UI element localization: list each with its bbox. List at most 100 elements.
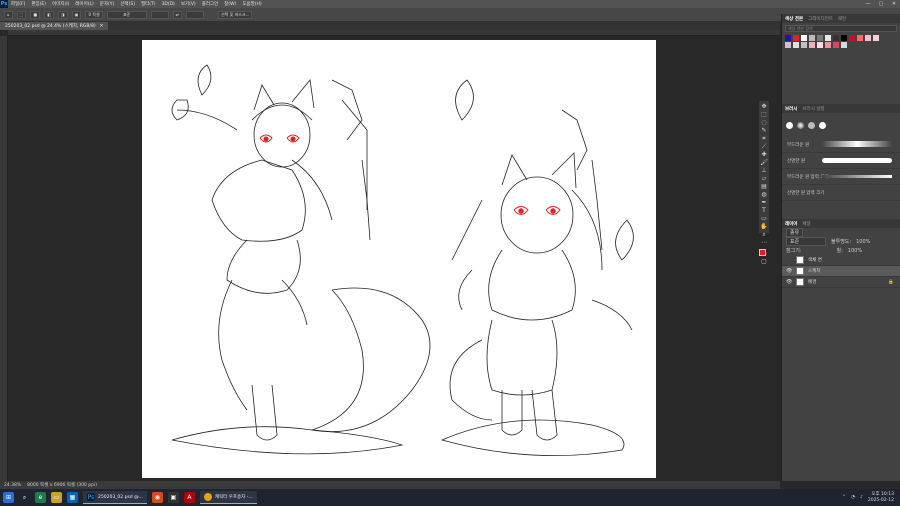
layer-row[interactable]: 👁 배경 🔒 xyxy=(782,277,900,288)
swap-icon[interactable]: ⇄ xyxy=(172,10,182,19)
eraser-tool-icon[interactable]: ▱ xyxy=(760,175,769,182)
lasso-tool-icon[interactable]: ◌ xyxy=(760,119,769,126)
shape-tool-icon[interactable]: ▭ xyxy=(760,215,769,222)
quick-select-tool-icon[interactable]: ✎ xyxy=(760,127,769,134)
eyedropper-tool-icon[interactable]: ⟋ xyxy=(760,143,769,150)
color-swatch[interactable] xyxy=(841,42,847,48)
brush-preset-soft-round[interactable] xyxy=(797,121,804,129)
color-swatch[interactable] xyxy=(801,42,807,48)
color-swatch[interactable] xyxy=(833,35,839,41)
color-swatch[interactable] xyxy=(817,42,823,48)
crop-tool-icon[interactable]: ⌗ xyxy=(760,135,769,142)
color-swatch[interactable] xyxy=(809,42,815,48)
brush-item-hard-pressure[interactable]: 선명한 원 압력 크기 xyxy=(782,185,900,201)
eye-icon[interactable]: 👁 xyxy=(786,279,792,285)
windows-start-icon[interactable]: ⊞ xyxy=(3,492,14,503)
maximize-button[interactable]: ▢ xyxy=(875,0,887,8)
more-tools-icon[interactable]: ⋯ xyxy=(760,239,769,246)
tab-layers[interactable]: 레이어 xyxy=(785,221,797,227)
tab-brushes[interactable]: 브러시 xyxy=(785,106,797,112)
zoom-tool-icon[interactable]: ⌕ xyxy=(760,231,769,238)
color-swatch[interactable] xyxy=(849,35,855,41)
artboard[interactable] xyxy=(142,40,656,478)
move-tool-icon[interactable]: ✥ xyxy=(760,103,769,110)
menu-help[interactable]: 도움말(H) xyxy=(239,1,264,7)
brush-preset-3[interactable] xyxy=(808,121,815,129)
color-swatch[interactable] xyxy=(785,42,791,48)
menu-3d[interactable]: 3D(D) xyxy=(159,2,178,7)
subtract-selection-icon[interactable]: ◨ xyxy=(57,10,68,19)
menu-file[interactable]: 파일(F) xyxy=(8,1,28,7)
close-window-button[interactable]: ✕ xyxy=(888,0,900,8)
opacity-field[interactable]: 100% xyxy=(856,239,870,245)
color-swatch[interactable] xyxy=(865,35,871,41)
file-explorer-icon[interactable]: ▭ xyxy=(51,492,62,503)
menu-image[interactable]: 이미지(I) xyxy=(49,1,72,7)
app-icon[interactable]: ▣ xyxy=(167,492,179,503)
canvas-area[interactable] xyxy=(8,36,780,481)
tab-patterns[interactable]: 패턴 xyxy=(838,16,846,22)
menu-type[interactable]: 문자(Y) xyxy=(97,1,118,7)
menu-window[interactable]: 창(W) xyxy=(221,1,239,7)
menu-plugins[interactable]: 플러그인 xyxy=(199,1,222,7)
brush-tool-icon[interactable]: 🖌 xyxy=(760,159,769,166)
style-select[interactable]: 표준 xyxy=(106,10,147,19)
clock[interactable]: 오후 10:13 2025-02-12 xyxy=(868,492,894,504)
blend-mode-select[interactable]: 표준 xyxy=(786,237,826,246)
brush-item-hard-round[interactable]: 선명한 원 xyxy=(782,153,900,169)
brush-item-soft-round[interactable]: 부드러운 원 xyxy=(782,137,900,153)
taskbar-app-photoshop[interactable]: Ps 250203_02.psd @... xyxy=(83,491,147,504)
pen-tool-icon[interactable]: ✒ xyxy=(760,199,769,206)
volume-icon[interactable]: ♪ xyxy=(860,495,863,500)
menu-layer[interactable]: 레이어(L) xyxy=(72,1,96,7)
menu-filter[interactable]: 필터(T) xyxy=(138,1,159,7)
close-tab-icon[interactable]: ✕ xyxy=(100,24,104,29)
taskbar-app-chrome[interactable]: 캐릭터 우프송자 -... xyxy=(199,491,257,504)
store-icon[interactable]: ▦ xyxy=(67,492,78,503)
menu-edit[interactable]: 편집(E) xyxy=(28,1,49,7)
menu-view[interactable]: 보기(V) xyxy=(178,1,199,7)
tab-swatches[interactable]: 색상 견본 xyxy=(785,16,803,22)
feather-field[interactable]: 0 픽셀 xyxy=(85,10,103,19)
new-selection-icon[interactable]: ■ xyxy=(30,10,41,19)
color-swatch[interactable] xyxy=(801,35,807,41)
menu-select[interactable]: 선택(S) xyxy=(117,1,138,7)
document-tab[interactable]: 250203_02.psd @ 24.4% (스케치, RGB/8) ✕ xyxy=(0,22,109,30)
color-swatch[interactable] xyxy=(793,42,799,48)
minimize-button[interactable]: — xyxy=(862,0,874,8)
acrobat-icon[interactable]: A xyxy=(183,492,195,503)
stamp-tool-icon[interactable]: ⊥ xyxy=(760,167,769,174)
edge-icon[interactable]: e xyxy=(35,492,46,503)
blur-tool-icon[interactable]: ◍ xyxy=(760,191,769,198)
network-icon[interactable]: ◔ xyxy=(851,495,855,500)
zoom-level[interactable]: 24.38% xyxy=(4,483,21,488)
color-swatch[interactable] xyxy=(841,35,847,41)
width-field[interactable] xyxy=(150,10,169,19)
select-and-mask-button[interactable]: 선택 및 마스크... xyxy=(218,10,253,19)
layer-row[interactable]: 색채 면 xyxy=(782,255,900,266)
color-swatch[interactable] xyxy=(825,42,831,48)
color-swatch[interactable] xyxy=(817,35,823,41)
marquee-tool-icon[interactable]: ⬚ xyxy=(760,111,769,118)
color-swatch[interactable] xyxy=(809,35,815,41)
intersect-selection-icon[interactable]: ▣ xyxy=(71,10,82,19)
tab-gradients[interactable]: 그레이디언트 xyxy=(808,16,833,22)
height-field[interactable] xyxy=(186,10,204,19)
color-swatch[interactable] xyxy=(785,35,791,41)
tray-overflow-icon[interactable]: ⌃ xyxy=(842,495,846,500)
home-icon[interactable]: ⌂ xyxy=(4,10,13,19)
tab-channels[interactable]: 채널 xyxy=(802,221,810,227)
hand-tool-icon[interactable]: ✋ xyxy=(760,223,769,230)
screen-mode-icon[interactable]: ▢ xyxy=(760,258,769,265)
add-selection-icon[interactable]: ◧ xyxy=(44,10,54,19)
healing-tool-icon[interactable]: ✚ xyxy=(760,151,769,158)
app-icon[interactable]: ◉ xyxy=(151,492,163,503)
brush-preset-hard-round[interactable] xyxy=(786,121,793,129)
eye-icon[interactable]: 👁 xyxy=(786,268,792,274)
brush-preset-4[interactable] xyxy=(819,121,826,129)
layer-kind-select[interactable]: 종류 xyxy=(786,228,804,237)
brush-item-soft-pressure[interactable]: 부드러운 원 압력 크기 xyxy=(782,169,900,185)
marquee-tool-preset-icon[interactable]: ⬚ xyxy=(16,10,27,19)
type-tool-icon[interactable]: T xyxy=(760,207,769,214)
swatch-search-input[interactable]: 색상 견본 검색 xyxy=(785,25,897,32)
